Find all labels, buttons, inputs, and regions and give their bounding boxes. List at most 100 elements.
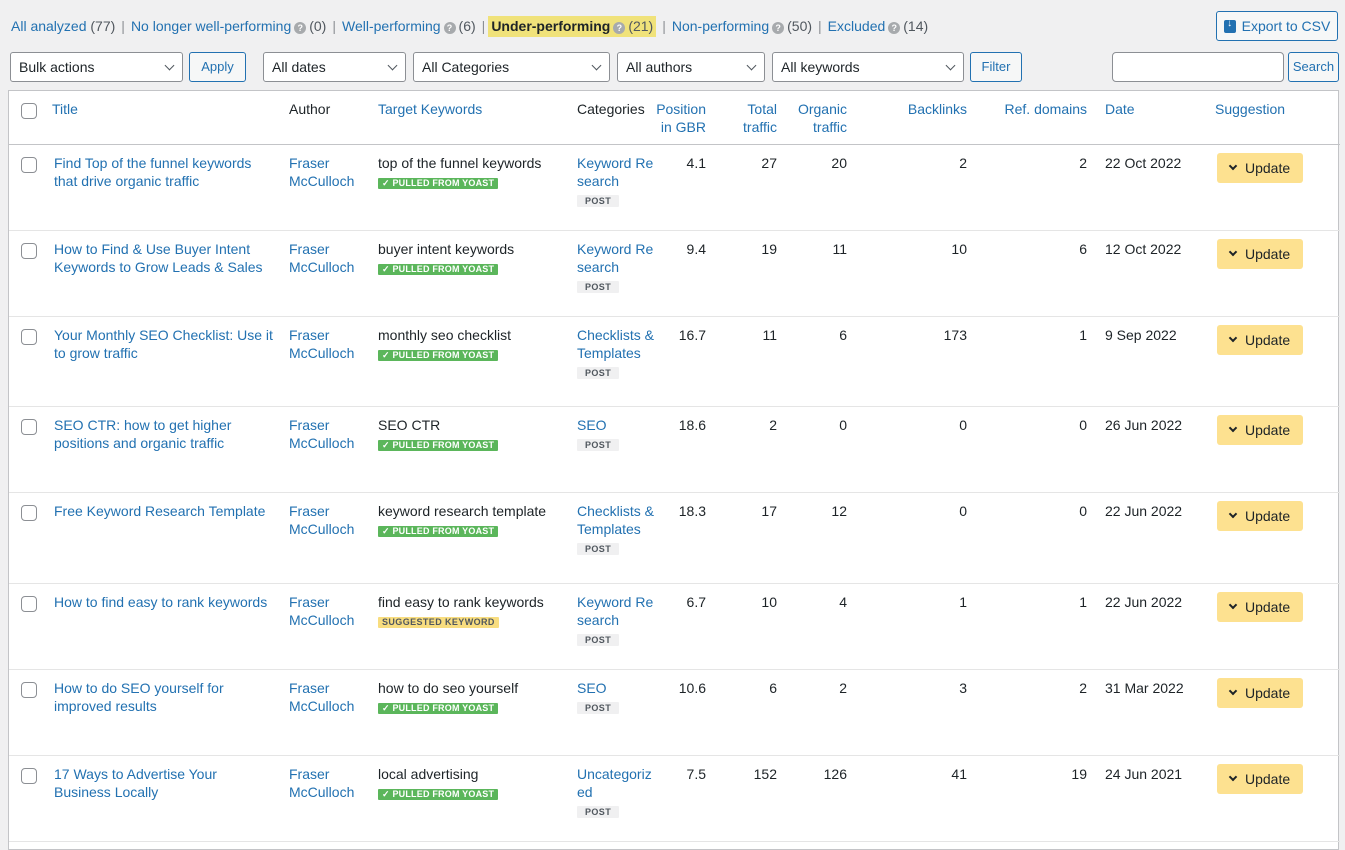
post-title-link[interactable]: Your Monthly SEO Checklist: Use it to gr… xyxy=(54,327,273,361)
row-checkbox[interactable] xyxy=(21,682,37,698)
total-traffic-value: 19 xyxy=(761,241,777,257)
total-traffic-value: 11 xyxy=(762,327,777,343)
filter-link-no-longer-well-performing[interactable]: No longer well-performing? (0) xyxy=(131,17,326,36)
author-link[interactable]: Fraser McCulloch xyxy=(289,503,354,537)
target-keyword: keyword research template xyxy=(378,503,547,519)
help-icon[interactable]: ? xyxy=(888,22,901,34)
category-link[interactable]: Keyword Research xyxy=(577,594,653,628)
export-csv-button[interactable]: Export to CSV xyxy=(1216,11,1338,41)
position-value: 10.6 xyxy=(678,680,706,696)
column-backlinks[interactable]: Backlinks xyxy=(908,101,967,117)
filter-link-excluded[interactable]: Excluded? (14) xyxy=(827,17,929,36)
filter-count: (0) xyxy=(309,18,327,34)
post-title-link[interactable]: 17 Ways to Advertise Your Business Local… xyxy=(54,766,217,800)
select-all-checkbox[interactable] xyxy=(21,103,37,119)
organic-traffic-value: 11 xyxy=(832,241,847,257)
post-title-link[interactable]: How to do SEO yourself for improved resu… xyxy=(54,680,224,714)
row-checkbox[interactable] xyxy=(21,329,37,345)
date-value: 26 Jun 2022 xyxy=(1105,417,1183,433)
update-label: Update xyxy=(1245,332,1291,348)
category-link[interactable]: Uncategorized xyxy=(577,766,652,800)
update-suggestion-button[interactable]: Update xyxy=(1217,678,1304,708)
author-link[interactable]: Fraser McCulloch xyxy=(289,241,354,275)
row-checkbox[interactable] xyxy=(21,768,37,784)
column-total-traffic[interactable]: Total traffic xyxy=(743,100,777,136)
filter-link-all-analyzed[interactable]: All analyzed (77) xyxy=(11,17,115,36)
target-keyword: local advertising xyxy=(378,766,479,782)
author-link[interactable]: Fraser McCulloch xyxy=(289,594,354,628)
post-title-link[interactable]: SEO CTR: how to get higher positions and… xyxy=(54,417,231,451)
update-suggestion-button[interactable]: Update xyxy=(1217,415,1304,445)
update-suggestion-button[interactable]: Update xyxy=(1217,501,1304,531)
update-suggestion-button[interactable]: Update xyxy=(1217,325,1304,355)
update-suggestion-button[interactable]: Update xyxy=(1217,153,1304,183)
post-type-tag: POST xyxy=(577,543,620,555)
chevron-down-icon xyxy=(1228,772,1238,782)
filter-link-well-performing[interactable]: Well-performing? (6) xyxy=(342,17,476,36)
position-value: 7.5 xyxy=(686,766,706,782)
column-title[interactable]: Title xyxy=(52,101,78,117)
chevron-down-icon xyxy=(1228,333,1238,343)
backlinks-value: 0 xyxy=(959,417,967,433)
filter-separator: | xyxy=(662,18,666,34)
column-position[interactable]: Position in GBR xyxy=(656,100,706,136)
target-keyword: SEO CTR xyxy=(378,417,441,433)
filter-link-non-performing[interactable]: Non-performing? (50) xyxy=(672,17,812,36)
update-suggestion-button[interactable]: Update xyxy=(1217,764,1304,794)
dates-filter-select[interactable]: All dates xyxy=(263,52,406,82)
chevron-down-icon xyxy=(1228,423,1238,433)
apply-button[interactable]: Apply xyxy=(189,52,246,82)
row-checkbox[interactable] xyxy=(21,505,37,521)
category-link[interactable]: SEO xyxy=(577,417,607,433)
filter-label: Excluded xyxy=(827,18,886,34)
filter-count: (14) xyxy=(903,18,929,34)
category-link[interactable]: Keyword Research xyxy=(577,241,653,275)
row-checkbox[interactable] xyxy=(21,243,37,259)
column-date[interactable]: Date xyxy=(1105,101,1135,117)
authors-filter-select[interactable]: All authors xyxy=(617,52,765,82)
author-link[interactable]: Fraser McCulloch xyxy=(289,417,354,451)
bulk-actions-select[interactable]: Bulk actions xyxy=(10,52,183,82)
post-title-link[interactable]: Find Top of the funnel keywords that dri… xyxy=(54,155,251,189)
author-link[interactable]: Fraser McCulloch xyxy=(289,766,354,800)
organic-traffic-value: 20 xyxy=(831,155,847,171)
author-link[interactable]: Fraser McCulloch xyxy=(289,155,354,189)
category-link[interactable]: Checklists & Templates xyxy=(577,327,654,361)
help-icon[interactable]: ? xyxy=(443,22,456,34)
organic-traffic-value: 4 xyxy=(839,594,847,610)
author-link[interactable]: Fraser McCulloch xyxy=(289,327,354,361)
date-value: 12 Oct 2022 xyxy=(1105,241,1182,257)
column-position-line2: in GBR xyxy=(660,119,706,135)
update-suggestion-button[interactable]: Update xyxy=(1217,592,1304,622)
post-title-link[interactable]: How to find easy to rank keywords xyxy=(54,594,267,610)
author-link[interactable]: Fraser McCulloch xyxy=(289,680,354,714)
organic-traffic-value: 0 xyxy=(839,417,847,433)
filter-button[interactable]: Filter xyxy=(970,52,1022,82)
update-suggestion-button[interactable]: Update xyxy=(1217,239,1304,269)
search-input[interactable] xyxy=(1112,52,1284,82)
post-type-tag: POST xyxy=(577,439,620,451)
update-label: Update xyxy=(1245,246,1291,262)
row-checkbox[interactable] xyxy=(21,419,37,435)
post-title-link[interactable]: Free Keyword Research Template xyxy=(54,503,265,519)
category-link[interactable]: Keyword Research xyxy=(577,155,653,189)
help-icon[interactable]: ? xyxy=(772,22,785,34)
column-organic-traffic[interactable]: Organic traffic xyxy=(798,100,847,136)
row-checkbox[interactable] xyxy=(21,157,37,173)
pulled-from-yoast-badge: ✓ PULLED FROM YOAST xyxy=(378,789,499,800)
column-suggestion[interactable]: Suggestion xyxy=(1215,101,1285,117)
column-ref-domains[interactable]: Ref. domains xyxy=(1005,101,1087,117)
target-keyword: find easy to rank keywords xyxy=(378,594,544,610)
row-checkbox[interactable] xyxy=(21,596,37,612)
post-title-link[interactable]: How to Find & Use Buyer Intent Keywords … xyxy=(54,241,263,275)
category-link[interactable]: Checklists & Templates xyxy=(577,503,654,537)
search-button[interactable]: Search xyxy=(1288,52,1339,82)
column-target-keywords[interactable]: Target Keywords xyxy=(378,101,482,117)
help-icon[interactable]: ? xyxy=(294,22,307,34)
categories-filter-select[interactable]: All Categories xyxy=(413,52,610,82)
target-keyword: how to do seo yourself xyxy=(378,680,519,696)
category-link[interactable]: SEO xyxy=(577,680,607,696)
keywords-filter-select[interactable]: All keywords xyxy=(772,52,964,82)
help-icon[interactable]: ? xyxy=(613,22,626,34)
filter-link-under-performing[interactable]: Under-performing? (21) xyxy=(488,16,657,37)
